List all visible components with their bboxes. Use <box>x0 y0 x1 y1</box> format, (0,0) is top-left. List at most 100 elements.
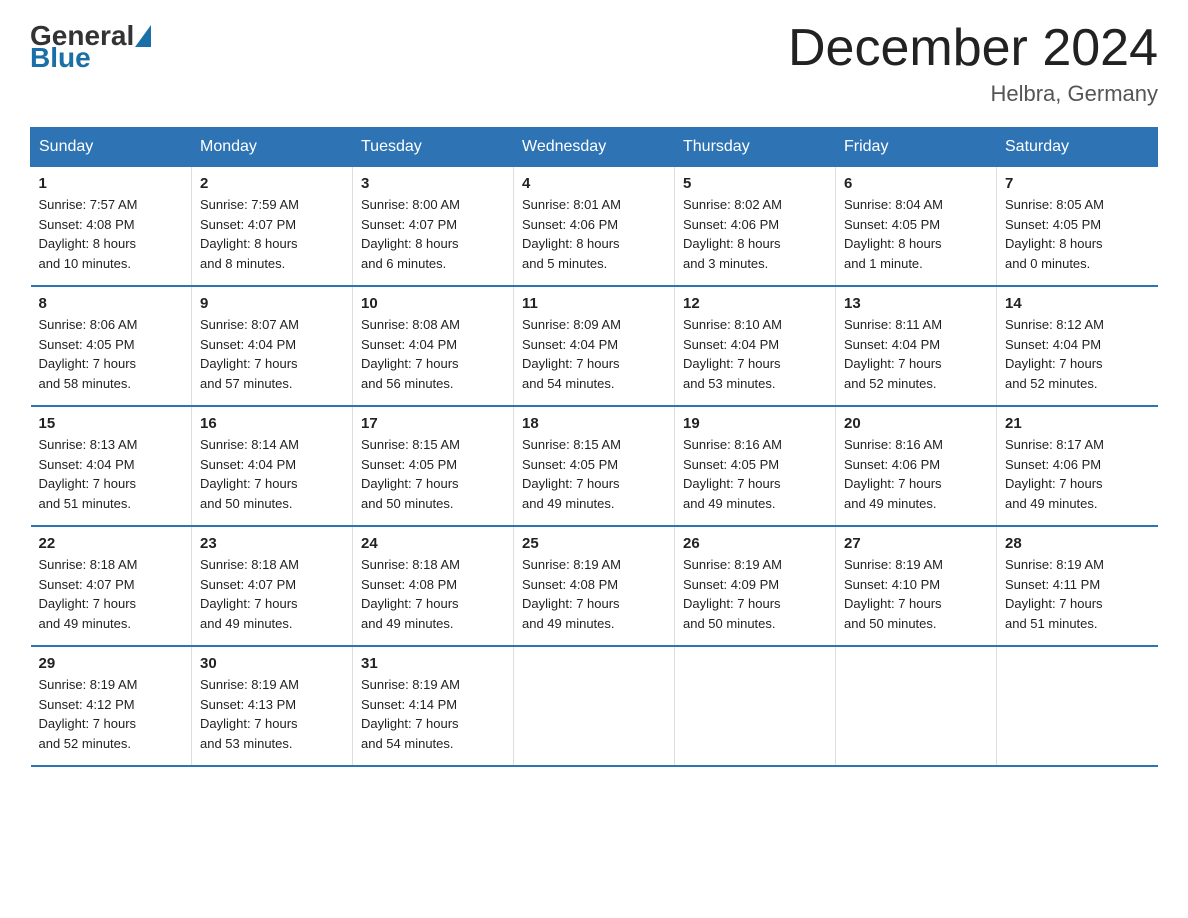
day-number: 27 <box>844 535 988 552</box>
day-info: Sunrise: 8:16 AMSunset: 4:06 PMDaylight:… <box>844 437 943 511</box>
day-number: 5 <box>683 175 827 192</box>
day-info: Sunrise: 8:02 AMSunset: 4:06 PMDaylight:… <box>683 197 782 271</box>
day-cell-15: 15 Sunrise: 8:13 AMSunset: 4:04 PMDaylig… <box>31 406 192 526</box>
header-sunday: Sunday <box>31 128 192 167</box>
day-number: 22 <box>39 535 184 552</box>
day-info: Sunrise: 8:19 AMSunset: 4:10 PMDaylight:… <box>844 557 943 631</box>
day-info: Sunrise: 8:19 AMSunset: 4:14 PMDaylight:… <box>361 677 460 751</box>
day-cell-11: 11 Sunrise: 8:09 AMSunset: 4:04 PMDaylig… <box>514 286 675 406</box>
day-number: 21 <box>1005 415 1150 432</box>
day-info: Sunrise: 8:18 AMSunset: 4:07 PMDaylight:… <box>200 557 299 631</box>
day-cell-12: 12 Sunrise: 8:10 AMSunset: 4:04 PMDaylig… <box>675 286 836 406</box>
day-cell-2: 2 Sunrise: 7:59 AMSunset: 4:07 PMDayligh… <box>192 167 353 287</box>
day-number: 25 <box>522 535 666 552</box>
logo: General Blue <box>30 20 152 74</box>
day-number: 11 <box>522 295 666 312</box>
day-number: 26 <box>683 535 827 552</box>
day-cell-28: 28 Sunrise: 8:19 AMSunset: 4:11 PMDaylig… <box>997 526 1158 646</box>
day-number: 19 <box>683 415 827 432</box>
logo-triangle-icon <box>135 25 151 47</box>
week-row-5: 29 Sunrise: 8:19 AMSunset: 4:12 PMDaylig… <box>31 646 1158 766</box>
day-info: Sunrise: 7:59 AMSunset: 4:07 PMDaylight:… <box>200 197 299 271</box>
day-info: Sunrise: 8:19 AMSunset: 4:13 PMDaylight:… <box>200 677 299 751</box>
week-row-2: 8 Sunrise: 8:06 AMSunset: 4:05 PMDayligh… <box>31 286 1158 406</box>
day-number: 30 <box>200 655 344 672</box>
day-number: 3 <box>361 175 505 192</box>
day-cell-20: 20 Sunrise: 8:16 AMSunset: 4:06 PMDaylig… <box>836 406 997 526</box>
day-info: Sunrise: 8:13 AMSunset: 4:04 PMDaylight:… <box>39 437 138 511</box>
page-subtitle: Helbra, Germany <box>788 81 1158 107</box>
day-cell-24: 24 Sunrise: 8:18 AMSunset: 4:08 PMDaylig… <box>353 526 514 646</box>
header-saturday: Saturday <box>997 128 1158 167</box>
day-info: Sunrise: 8:17 AMSunset: 4:06 PMDaylight:… <box>1005 437 1104 511</box>
day-number: 24 <box>361 535 505 552</box>
day-info: Sunrise: 8:06 AMSunset: 4:05 PMDaylight:… <box>39 317 138 391</box>
day-info: Sunrise: 8:08 AMSunset: 4:04 PMDaylight:… <box>361 317 460 391</box>
day-number: 14 <box>1005 295 1150 312</box>
empty-cell-w5d4 <box>675 646 836 766</box>
day-cell-23: 23 Sunrise: 8:18 AMSunset: 4:07 PMDaylig… <box>192 526 353 646</box>
day-info: Sunrise: 8:10 AMSunset: 4:04 PMDaylight:… <box>683 317 782 391</box>
day-number: 7 <box>1005 175 1150 192</box>
title-area: December 2024 Helbra, Germany <box>788 20 1158 107</box>
day-cell-5: 5 Sunrise: 8:02 AMSunset: 4:06 PMDayligh… <box>675 167 836 287</box>
page-header: General Blue December 2024 Helbra, Germa… <box>30 20 1158 107</box>
calendar-header-row: SundayMondayTuesdayWednesdayThursdayFrid… <box>31 128 1158 167</box>
day-cell-19: 19 Sunrise: 8:16 AMSunset: 4:05 PMDaylig… <box>675 406 836 526</box>
header-friday: Friday <box>836 128 997 167</box>
day-number: 28 <box>1005 535 1150 552</box>
day-info: Sunrise: 8:07 AMSunset: 4:04 PMDaylight:… <box>200 317 299 391</box>
empty-cell-w5d3 <box>514 646 675 766</box>
day-info: Sunrise: 8:01 AMSunset: 4:06 PMDaylight:… <box>522 197 621 271</box>
day-cell-10: 10 Sunrise: 8:08 AMSunset: 4:04 PMDaylig… <box>353 286 514 406</box>
header-thursday: Thursday <box>675 128 836 167</box>
day-number: 18 <box>522 415 666 432</box>
day-info: Sunrise: 8:00 AMSunset: 4:07 PMDaylight:… <box>361 197 460 271</box>
header-monday: Monday <box>192 128 353 167</box>
day-cell-17: 17 Sunrise: 8:15 AMSunset: 4:05 PMDaylig… <box>353 406 514 526</box>
day-number: 23 <box>200 535 344 552</box>
day-number: 8 <box>39 295 184 312</box>
day-number: 15 <box>39 415 184 432</box>
day-number: 9 <box>200 295 344 312</box>
day-info: Sunrise: 8:19 AMSunset: 4:12 PMDaylight:… <box>39 677 138 751</box>
empty-cell-w5d6 <box>997 646 1158 766</box>
day-cell-13: 13 Sunrise: 8:11 AMSunset: 4:04 PMDaylig… <box>836 286 997 406</box>
day-info: Sunrise: 8:15 AMSunset: 4:05 PMDaylight:… <box>522 437 621 511</box>
week-row-3: 15 Sunrise: 8:13 AMSunset: 4:04 PMDaylig… <box>31 406 1158 526</box>
logo-blue-text: Blue <box>30 42 91 73</box>
day-cell-6: 6 Sunrise: 8:04 AMSunset: 4:05 PMDayligh… <box>836 167 997 287</box>
day-number: 31 <box>361 655 505 672</box>
day-number: 6 <box>844 175 988 192</box>
day-number: 29 <box>39 655 184 672</box>
day-info: Sunrise: 8:19 AMSunset: 4:11 PMDaylight:… <box>1005 557 1104 631</box>
day-cell-14: 14 Sunrise: 8:12 AMSunset: 4:04 PMDaylig… <box>997 286 1158 406</box>
day-cell-22: 22 Sunrise: 8:18 AMSunset: 4:07 PMDaylig… <box>31 526 192 646</box>
day-cell-30: 30 Sunrise: 8:19 AMSunset: 4:13 PMDaylig… <box>192 646 353 766</box>
day-cell-8: 8 Sunrise: 8:06 AMSunset: 4:05 PMDayligh… <box>31 286 192 406</box>
day-number: 4 <box>522 175 666 192</box>
day-number: 1 <box>39 175 184 192</box>
day-info: Sunrise: 8:04 AMSunset: 4:05 PMDaylight:… <box>844 197 943 271</box>
day-info: Sunrise: 8:15 AMSunset: 4:05 PMDaylight:… <box>361 437 460 511</box>
day-info: Sunrise: 8:11 AMSunset: 4:04 PMDaylight:… <box>844 317 942 391</box>
day-cell-1: 1 Sunrise: 7:57 AMSunset: 4:08 PMDayligh… <box>31 167 192 287</box>
calendar-table: SundayMondayTuesdayWednesdayThursdayFrid… <box>30 127 1158 767</box>
day-info: Sunrise: 8:12 AMSunset: 4:04 PMDaylight:… <box>1005 317 1104 391</box>
day-number: 12 <box>683 295 827 312</box>
day-number: 16 <box>200 415 344 432</box>
day-number: 13 <box>844 295 988 312</box>
day-cell-18: 18 Sunrise: 8:15 AMSunset: 4:05 PMDaylig… <box>514 406 675 526</box>
day-cell-29: 29 Sunrise: 8:19 AMSunset: 4:12 PMDaylig… <box>31 646 192 766</box>
day-number: 2 <box>200 175 344 192</box>
day-cell-25: 25 Sunrise: 8:19 AMSunset: 4:08 PMDaylig… <box>514 526 675 646</box>
day-cell-3: 3 Sunrise: 8:00 AMSunset: 4:07 PMDayligh… <box>353 167 514 287</box>
day-cell-26: 26 Sunrise: 8:19 AMSunset: 4:09 PMDaylig… <box>675 526 836 646</box>
day-cell-7: 7 Sunrise: 8:05 AMSunset: 4:05 PMDayligh… <box>997 167 1158 287</box>
day-info: Sunrise: 7:57 AMSunset: 4:08 PMDaylight:… <box>39 197 138 271</box>
day-info: Sunrise: 8:14 AMSunset: 4:04 PMDaylight:… <box>200 437 299 511</box>
day-cell-27: 27 Sunrise: 8:19 AMSunset: 4:10 PMDaylig… <box>836 526 997 646</box>
day-number: 17 <box>361 415 505 432</box>
day-info: Sunrise: 8:19 AMSunset: 4:08 PMDaylight:… <box>522 557 621 631</box>
header-wednesday: Wednesday <box>514 128 675 167</box>
